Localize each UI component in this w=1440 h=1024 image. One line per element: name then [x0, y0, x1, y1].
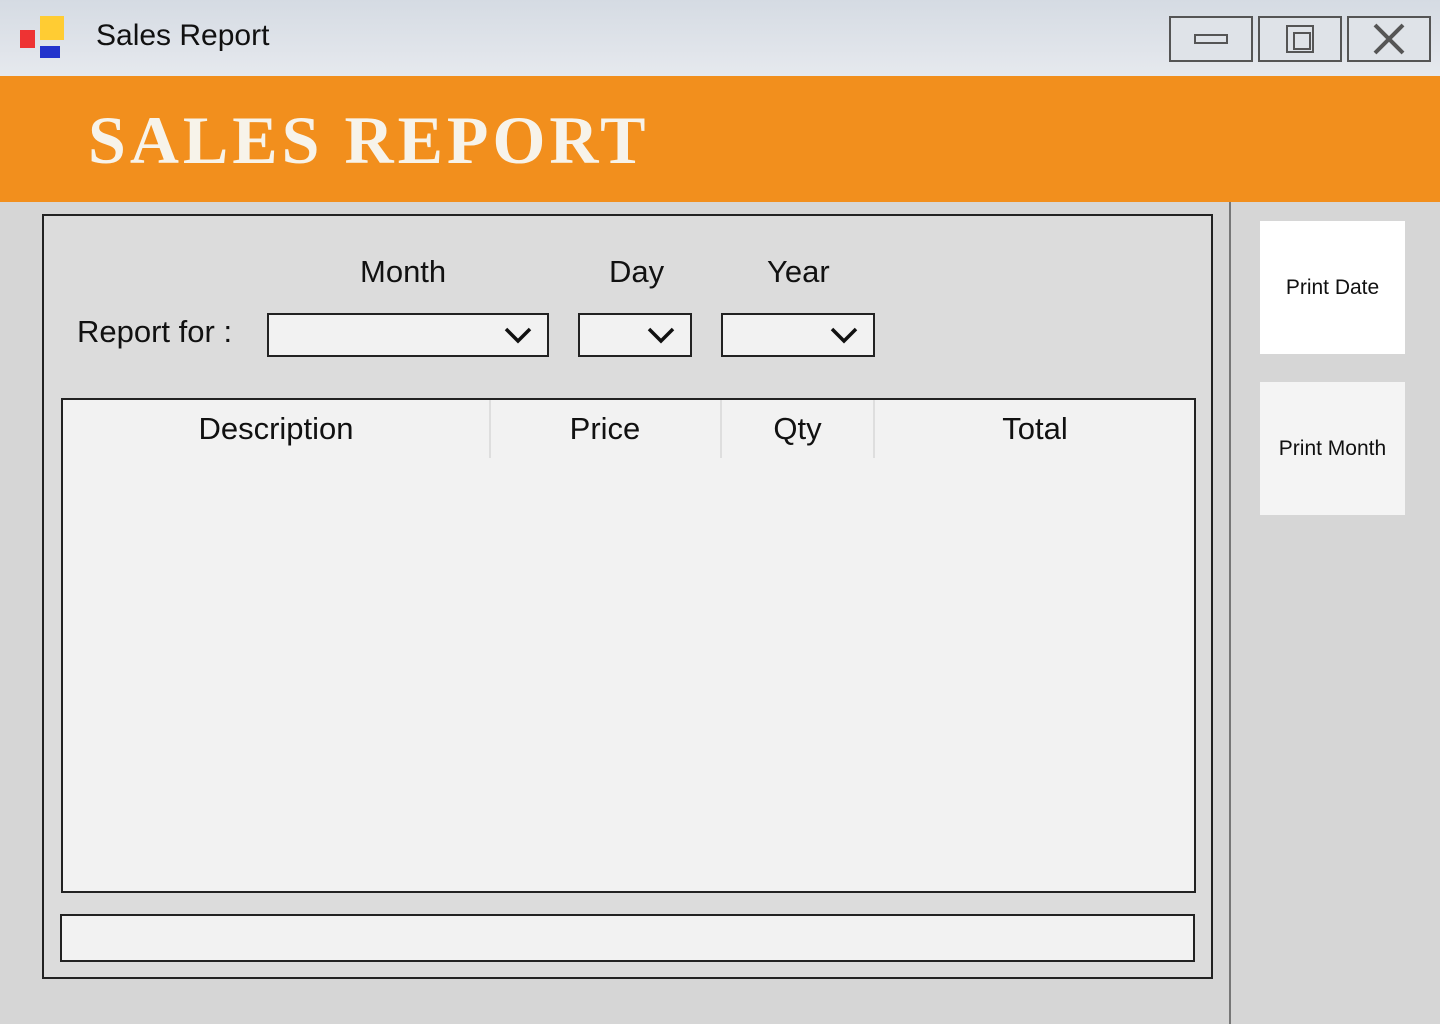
minimize-button[interactable]: [1169, 16, 1253, 62]
page-title: SALES REPORT: [88, 102, 650, 178]
close-button[interactable]: [1347, 16, 1431, 62]
day-dropdown[interactable]: [578, 313, 692, 357]
report-for-label: Report for :: [77, 314, 233, 349]
maximize-icon: [1286, 25, 1314, 53]
chevron-down-icon: [504, 327, 532, 344]
window-title: Sales Report: [96, 19, 270, 52]
total-field[interactable]: [60, 914, 1195, 962]
year-label: Year: [767, 254, 830, 289]
print-month-button[interactable]: Print Month: [1260, 382, 1405, 515]
close-icon: [1373, 23, 1405, 55]
vertical-divider: [1229, 202, 1231, 1024]
title-bar: Sales Report: [0, 0, 1440, 76]
month-label: Month: [360, 254, 447, 289]
column-header-qty[interactable]: Qty: [721, 400, 874, 458]
column-header-price[interactable]: Price: [489, 400, 721, 458]
print-date-button[interactable]: Print Date: [1260, 221, 1405, 354]
month-dropdown[interactable]: [267, 313, 549, 357]
year-dropdown[interactable]: [721, 313, 875, 357]
chevron-down-icon: [647, 327, 675, 344]
maximize-button[interactable]: [1258, 16, 1342, 62]
app-logo-icon: [20, 16, 66, 60]
day-label: Day: [609, 254, 665, 289]
column-header-total[interactable]: Total: [874, 400, 1196, 458]
header-banner: SALES REPORT: [0, 76, 1440, 202]
column-header-description[interactable]: Description: [63, 400, 489, 458]
minimize-icon: [1194, 34, 1228, 44]
report-panel: Month Day Year Report for : Description …: [42, 214, 1213, 979]
sales-table[interactable]: Description Price Qty Total: [61, 398, 1196, 893]
chevron-down-icon: [830, 327, 858, 344]
